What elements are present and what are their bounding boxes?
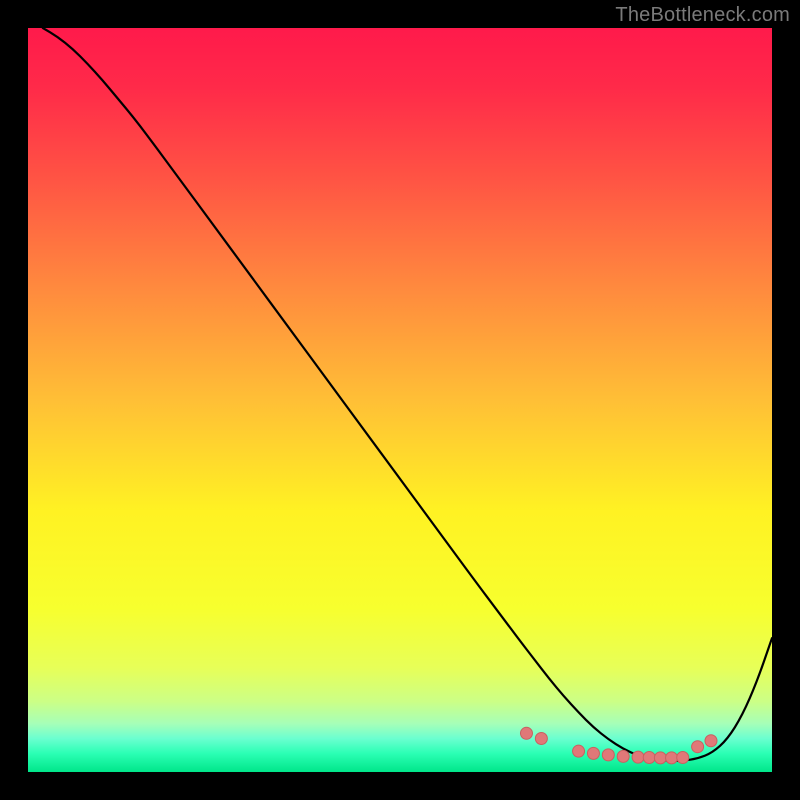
curve-marker: [654, 752, 666, 764]
watermark-text: TheBottleneck.com: [615, 4, 790, 27]
curve-marker: [666, 752, 678, 764]
curve-marker: [632, 751, 644, 763]
curve-marker: [602, 749, 614, 761]
curve-marker: [573, 745, 585, 757]
curve-marker: [617, 750, 629, 762]
plot-area: [28, 28, 772, 772]
curve-marker: [692, 741, 704, 753]
curve-marker: [587, 747, 599, 759]
curve-marker: [643, 751, 655, 763]
bottleneck-chart: [28, 28, 772, 772]
chart-background: [28, 28, 772, 772]
curve-marker: [705, 735, 717, 747]
curve-marker: [520, 727, 532, 739]
app-frame: TheBottleneck.com: [0, 0, 800, 800]
curve-marker: [535, 733, 547, 745]
curve-marker: [677, 751, 689, 763]
